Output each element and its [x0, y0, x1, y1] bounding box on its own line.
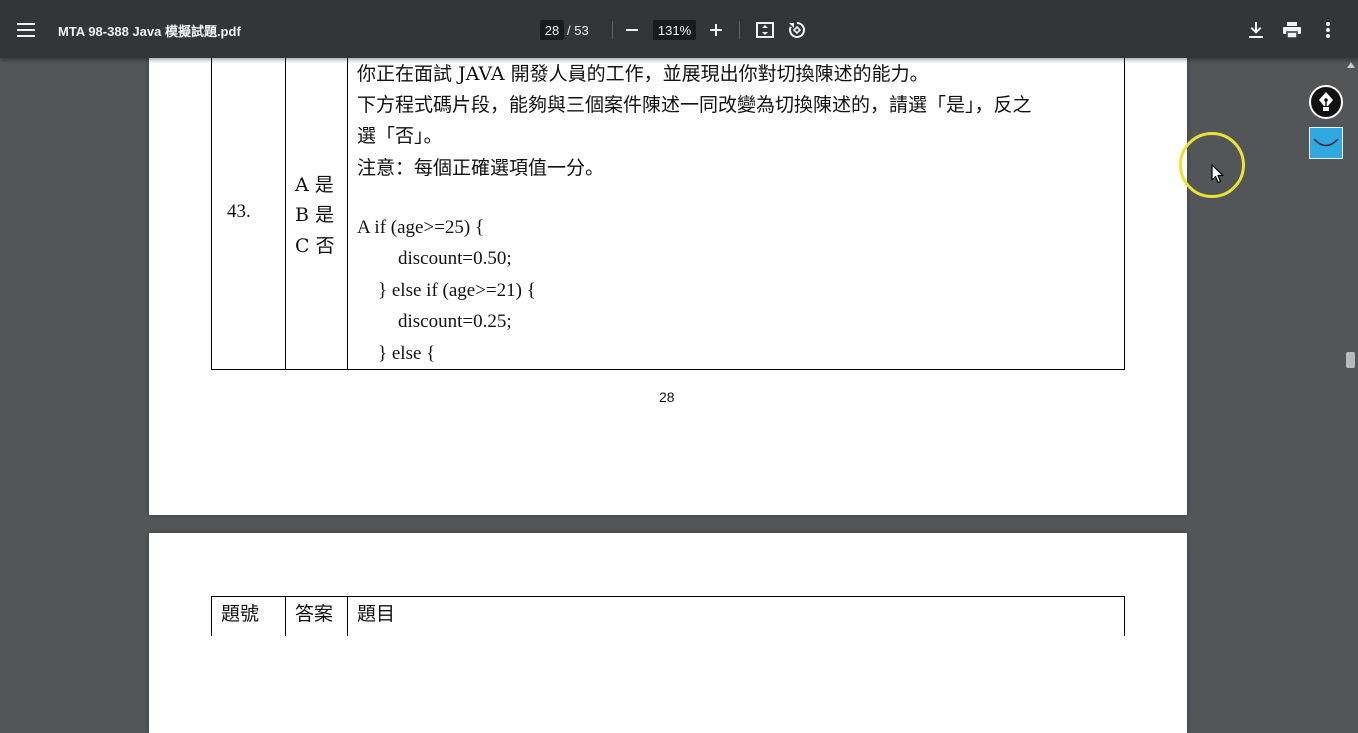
more-vert-icon[interactable]	[1312, 14, 1344, 46]
code-line: A if (age>=25) {	[357, 217, 485, 238]
table-border	[1124, 596, 1125, 636]
minus-icon[interactable]	[616, 14, 648, 46]
page-total: / 53	[567, 22, 589, 38]
table-border	[347, 596, 348, 636]
table-header-question: 題目	[357, 603, 396, 625]
table-border	[285, 596, 286, 636]
pdf-page-29: 題號 答案 題目	[149, 533, 1187, 733]
question-line: 選「否」。	[357, 125, 443, 147]
table-border	[1124, 40, 1125, 370]
scroll-thumb[interactable]	[1346, 352, 1355, 368]
rotate-icon[interactable]	[781, 14, 813, 46]
document-title: MTA 98-388 Java 模擬試題.pdf	[58, 23, 241, 39]
print-icon[interactable]	[1276, 14, 1308, 46]
table-border	[211, 40, 212, 370]
table-border	[211, 369, 1125, 370]
code-line: } else {	[378, 343, 436, 364]
question-line: 注意：每個正確選項值一分。	[357, 157, 605, 179]
smile-icon[interactable]	[1309, 127, 1343, 159]
pdf-page-28: 43. A 是 B 是 C 否 你正在面試 JAVA 開發人員的工作，並展現出你…	[149, 40, 1187, 515]
toolbar-divider	[612, 21, 613, 39]
table-border	[285, 40, 286, 370]
fountain-pen-icon[interactable]	[1309, 85, 1343, 119]
table-header-number: 題號	[221, 603, 260, 625]
table-border	[211, 596, 1125, 597]
zoom-input[interactable]	[653, 20, 696, 40]
table-border	[347, 40, 348, 370]
toolbar-divider	[739, 21, 740, 39]
plus-icon[interactable]	[700, 14, 732, 46]
mouse-cursor-icon	[1211, 164, 1224, 188]
table-border	[211, 596, 212, 636]
code-line: discount=0.25;	[398, 311, 512, 332]
question-line: 你正在面試 JAVA 開發人員的工作，並展現出你對切換陳述的能力。	[357, 63, 929, 85]
question-number: 43.	[227, 201, 251, 222]
code-line: discount=0.50;	[398, 248, 512, 269]
table-header-answer: 答案	[295, 603, 334, 625]
code-line: } else if (age>=21) {	[378, 280, 536, 301]
hamburger-menu-icon[interactable]	[10, 14, 42, 46]
page-number-input[interactable]	[540, 20, 564, 40]
download-icon[interactable]	[1240, 14, 1272, 46]
vertical-scrollbar[interactable]	[1343, 58, 1358, 626]
fit-to-page-icon[interactable]	[749, 14, 781, 46]
pdf-toolbar: MTA 98-388 Java 模擬試題.pdf / 53	[0, 0, 1358, 58]
page-number-footer: 28	[659, 389, 675, 405]
answer-b: B 是	[295, 204, 335, 226]
answer-a: A 是	[295, 174, 334, 196]
question-line: 下方程式碼片段，能夠與三個案件陳述一同改變為切換陳述的，請選「是」，反之	[357, 94, 1032, 116]
answer-c: C 否	[295, 235, 335, 257]
scroll-up-arrow-icon[interactable]	[1347, 62, 1355, 68]
